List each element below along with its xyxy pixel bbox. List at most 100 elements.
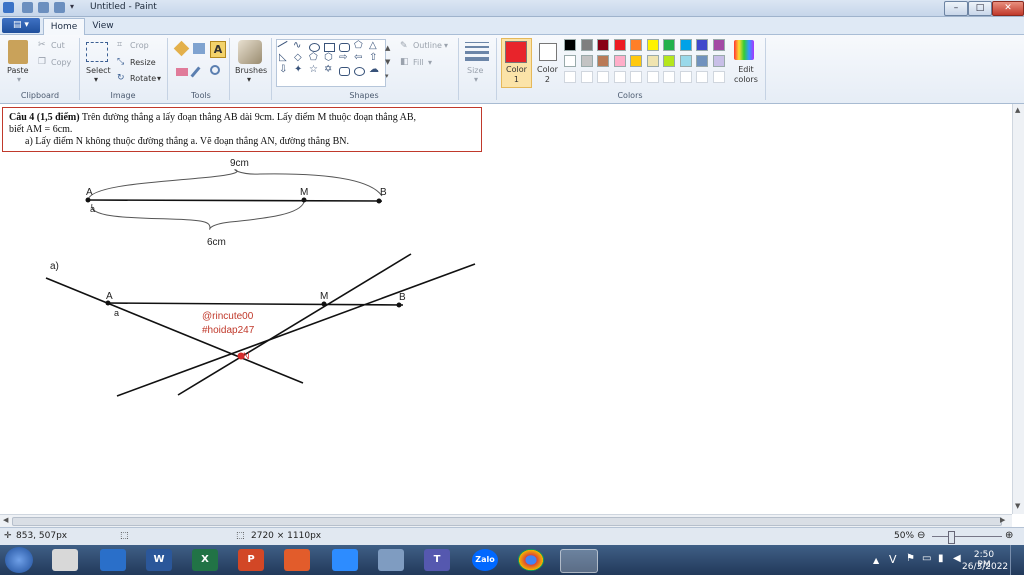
network-icon[interactable]: ▮	[938, 553, 944, 564]
fill-button[interactable]: Fill	[413, 58, 424, 67]
chrome-icon[interactable]	[518, 549, 544, 571]
rotate-dropdown-icon[interactable]: ▾	[157, 74, 161, 83]
pentagon-shape-icon[interactable]: ⬠	[309, 52, 318, 63]
brushes-button[interactable]: Brushes	[235, 66, 267, 75]
edit-colors-icon[interactable]	[734, 40, 754, 60]
start-button[interactable]	[5, 547, 33, 573]
hexagon-shape-icon[interactable]: ⬡	[324, 52, 333, 63]
palette-swatch[interactable]	[646, 71, 659, 83]
fill-dropdown-icon[interactable]: ▾	[428, 58, 432, 67]
show-desktop-button[interactable]	[1010, 545, 1024, 575]
edit-colors-button[interactable]: Edit colors	[734, 65, 758, 85]
volume-icon[interactable]: ◀	[953, 553, 961, 564]
battery-icon[interactable]: ▭	[922, 553, 931, 564]
close-button[interactable]: ✕	[992, 1, 1024, 16]
excel-icon[interactable]: X	[192, 549, 218, 571]
undo-icon[interactable]	[38, 2, 49, 13]
palette-swatch[interactable]	[696, 71, 708, 83]
crop-button[interactable]: Crop	[130, 41, 149, 50]
zoom-in-icon[interactable]: ⊕	[1005, 530, 1013, 541]
up-arrow-shape-icon[interactable]: ⇧	[369, 52, 377, 63]
palette-swatch[interactable]	[696, 55, 708, 67]
palette-swatch[interactable]	[597, 55, 609, 67]
palette-swatch[interactable]	[663, 55, 675, 67]
file-menu-button[interactable]: ▤ ▾	[2, 18, 40, 33]
palette-swatch[interactable]	[580, 71, 593, 83]
select-button[interactable]: Select	[86, 66, 111, 75]
palette-swatch[interactable]	[663, 39, 675, 51]
maximize-button[interactable]: □	[968, 1, 992, 16]
customize-quick-access-icon[interactable]: ▾	[70, 2, 78, 13]
select-icon[interactable]	[86, 42, 108, 62]
horizontal-scrollbar[interactable]: ◀ ▶	[0, 514, 1012, 527]
vertical-scrollbar[interactable]: ▲ ▼	[1012, 104, 1024, 514]
color1-label[interactable]: Color 1	[506, 65, 527, 85]
color2-swatch[interactable]	[539, 43, 557, 61]
oval-shape-icon[interactable]	[309, 43, 320, 52]
diamond-shape-icon[interactable]: ◇	[294, 52, 302, 63]
resize-button[interactable]: Resize	[130, 58, 156, 67]
taskbar-app-icon[interactable]	[284, 549, 310, 571]
right-triangle-shape-icon[interactable]: ◺	[279, 52, 287, 63]
palette-swatch[interactable]	[564, 71, 576, 83]
rounded-callout-shape-icon[interactable]	[339, 67, 350, 76]
flag-icon[interactable]: ⚑	[906, 553, 915, 564]
oval-callout-shape-icon[interactable]	[354, 67, 365, 76]
scroll-left-icon[interactable]: ◀	[3, 516, 8, 524]
rotate-button[interactable]: Rotate	[130, 74, 156, 83]
palette-swatch[interactable]	[663, 71, 675, 83]
paste-button[interactable]: Paste	[7, 66, 29, 75]
select-dropdown-icon[interactable]: ▾	[94, 75, 98, 84]
palette-swatch[interactable]	[564, 39, 576, 51]
minimize-button[interactable]: –	[944, 1, 968, 16]
scroll-right-icon[interactable]: ▶	[1000, 516, 1005, 524]
palette-swatch[interactable]	[712, 55, 725, 67]
show-hidden-icons-icon[interactable]: ▲	[873, 556, 879, 565]
palette-swatch[interactable]	[630, 55, 642, 67]
taskbar-app-icon[interactable]	[378, 549, 404, 571]
palette-swatch[interactable]	[696, 39, 708, 51]
clock-date[interactable]: 26/3/2022	[962, 562, 1008, 572]
palette-swatch[interactable]	[646, 55, 659, 67]
four-point-star-shape-icon[interactable]: ✦	[294, 64, 302, 75]
eraser-icon[interactable]	[176, 68, 188, 76]
down-arrow-shape-icon[interactable]: ⇩	[279, 64, 287, 75]
zalo-icon[interactable]: Zalo	[472, 549, 498, 571]
taskbar-app-icon[interactable]	[100, 549, 126, 571]
input-language[interactable]: V	[889, 553, 897, 566]
palette-swatch[interactable]	[613, 55, 626, 67]
palette-swatch[interactable]	[679, 55, 692, 67]
five-point-star-shape-icon[interactable]: ☆	[309, 64, 318, 75]
six-point-star-shape-icon[interactable]: ✡	[324, 64, 332, 75]
outline-button[interactable]: Outline	[413, 41, 442, 50]
palette-swatch[interactable]	[580, 55, 593, 67]
color1-swatch[interactable]	[505, 41, 527, 63]
paste-dropdown-icon[interactable]: ▾	[17, 75, 21, 84]
shapes-scroll[interactable]: ▲ ▼ ▾	[385, 41, 390, 83]
horizontal-scroll-thumb[interactable]	[12, 517, 1002, 526]
text-tool-icon[interactable]: A	[210, 41, 226, 58]
cut-button[interactable]: Cut	[51, 41, 65, 50]
tab-home[interactable]: Home	[43, 18, 85, 35]
polygon-shape-icon[interactable]: ⬠	[354, 40, 363, 51]
brushes-dropdown-icon[interactable]: ▾	[247, 75, 251, 84]
teams-icon[interactable]: T	[424, 549, 450, 571]
brushes-icon[interactable]	[238, 40, 262, 64]
size-icon[interactable]	[465, 42, 489, 61]
palette-swatch[interactable]	[679, 39, 692, 51]
size-button[interactable]: Size	[467, 66, 483, 75]
size-dropdown-icon[interactable]: ▾	[474, 75, 478, 84]
paint-app-icon[interactable]	[3, 2, 14, 13]
zoom-out-icon[interactable]: ⊖	[917, 530, 925, 541]
outline-dropdown-icon[interactable]: ▾	[444, 41, 448, 50]
zoom-app-icon[interactable]	[332, 549, 358, 571]
redo-icon[interactable]	[54, 2, 65, 13]
palette-swatch[interactable]	[679, 71, 692, 83]
palette-swatch[interactable]	[646, 39, 659, 51]
fill-bucket-icon[interactable]	[193, 43, 205, 54]
palette-swatch[interactable]	[613, 39, 626, 51]
cloud-callout-shape-icon[interactable]: ☁	[369, 64, 379, 75]
rounded-rectangle-shape-icon[interactable]	[339, 43, 350, 52]
palette-swatch[interactable]	[597, 39, 609, 51]
palette-swatch[interactable]	[712, 71, 725, 83]
